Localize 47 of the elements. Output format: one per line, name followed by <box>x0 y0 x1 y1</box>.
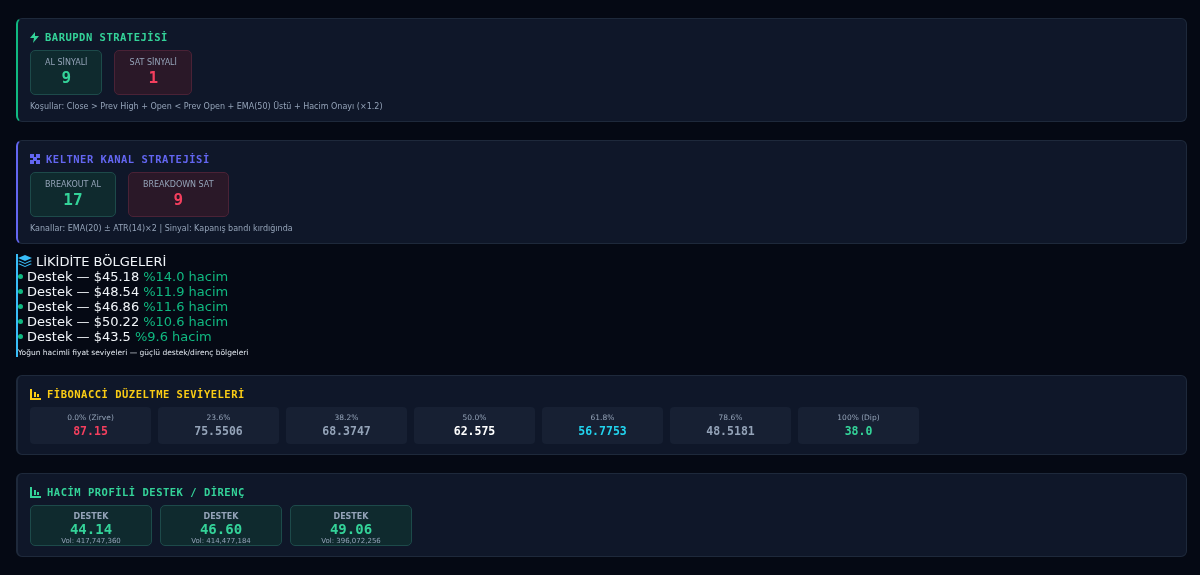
grid-icon <box>30 154 40 164</box>
bullet-icon <box>18 334 23 339</box>
card-title: HACİM PROFİLİ DESTEK / DİRENÇ <box>47 486 245 498</box>
zone-price: Destek — $43.5 <box>27 329 131 344</box>
zone-price: Destek — $46.86 <box>27 299 140 314</box>
zone-volume-share: %14.0 hacim <box>143 269 229 284</box>
conditions-text: Koşullar: Close > Prev High + Open < Prev Open + EMA(50) Üstü + Hacim Onayı (×1.2) <box>30 102 384 111</box>
level-value: 75.5506 <box>194 424 243 438</box>
level-price: 44.14 <box>69 521 113 537</box>
level-value: 87.15 <box>73 424 108 438</box>
signal-count: 9 <box>61 68 72 87</box>
card-title: FİBONACCİ DÜZELTME SEVİYELERİ <box>47 388 245 400</box>
chart-icon <box>30 388 41 400</box>
signal-label: BREAKOUT AL <box>45 180 101 189</box>
level-price: 46.60 <box>199 521 243 537</box>
bullet-icon <box>18 304 23 309</box>
level-value: 68.3747 <box>322 424 371 438</box>
bar-chart-icon <box>30 486 41 498</box>
signal-label: AL SİNYALİ <box>45 58 88 67</box>
zone-volume-share: %10.6 hacim <box>143 314 229 329</box>
card-title: BARUPDN STRATEJİSİ <box>45 31 168 43</box>
zone-price: Destek — $45.18 <box>27 269 140 284</box>
signal-label: BREAKDOWN SAT <box>142 180 214 189</box>
level-label: DESTEK <box>73 512 109 521</box>
bullet-icon <box>18 319 23 324</box>
level-value: 38.0 <box>844 424 873 438</box>
lightning-icon <box>30 31 39 43</box>
card-title: KELTNER KANAL STRATEJİSİ <box>46 153 210 165</box>
level-value: 62.575 <box>453 424 496 438</box>
level-value: 48.5181 <box>706 424 755 438</box>
level-label: DESTEK <box>333 512 369 521</box>
level-label: DESTEK <box>203 512 239 521</box>
signal-count: 1 <box>148 68 158 87</box>
zone-volume-share: %11.6 hacim <box>143 299 229 314</box>
signal-count: 17 <box>63 190 83 209</box>
zone-volume-share: %9.6 hacim <box>134 329 212 344</box>
zone-volume-share: %11.9 hacim <box>143 284 229 299</box>
section-title: LİKİDİTE BÖLGELERİ <box>36 254 167 269</box>
zone-price: Destek — $50.22 <box>27 314 140 329</box>
signal-label: SAT SİNYALİ <box>129 58 177 67</box>
level-price: 49.06 <box>329 521 373 537</box>
zone-price: Destek — $48.54 <box>27 284 140 299</box>
signal-count: 9 <box>173 190 184 209</box>
bullet-icon <box>18 274 23 279</box>
conditions-text: Kanallar: EMA(20) ± ATR(14)×2 | Sinyal: Kapanış bandı kırdığında <box>30 224 294 233</box>
level-value: 56.7753 <box>578 424 627 438</box>
bullet-icon <box>18 289 23 294</box>
